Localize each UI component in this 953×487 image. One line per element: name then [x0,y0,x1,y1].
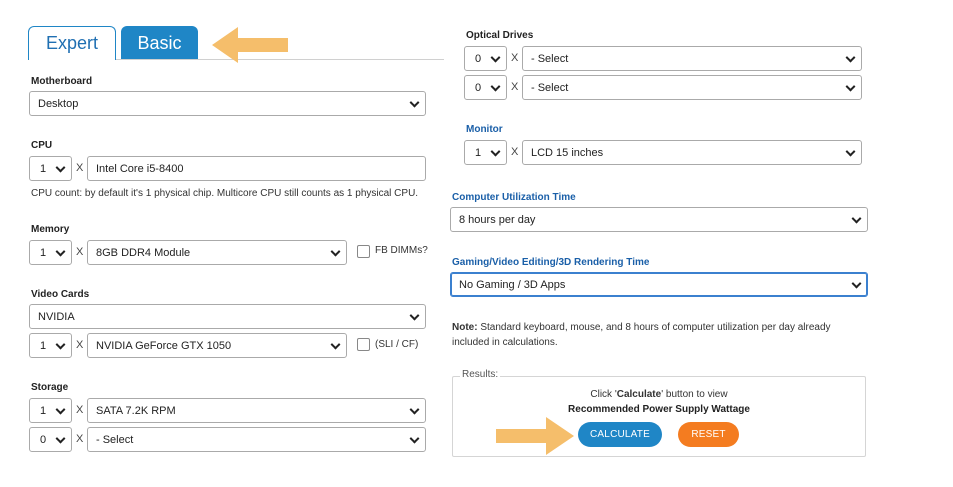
cpu-count-select[interactable]: 1 [29,156,72,181]
chevron-down-icon [409,310,420,321]
chevron-down-icon [409,404,420,415]
chevron-down-icon [851,213,862,224]
results-subtitle: Recommended Power Supply Wattage [568,404,750,415]
motherboard-value: Desktop [38,97,79,110]
storage-type-value-2: - Select [96,433,134,446]
gaming-select[interactable]: No Gaming / 3D Apps [450,272,868,297]
tab-expert[interactable]: Expert [28,26,116,60]
optical-drive-value-2: - Select [531,81,569,94]
calculate-button[interactable]: CALCULATE [578,422,662,447]
optical-count-select-2[interactable]: 0 [464,75,507,100]
pointer-arrow-icon [212,27,288,63]
memory-module-value: 8GB DDR4 Module [96,246,191,259]
cpu-count-value: 1 [40,162,47,175]
chevron-down-icon [55,404,66,415]
storage-label: Storage [31,382,69,393]
utilization-value: 8 hours per day [459,213,536,226]
storage-count-value-1: 1 [40,404,47,417]
optical-times-sign-1: X [511,52,519,64]
video-times-sign: X [76,339,84,351]
memory-times-sign: X [76,246,84,258]
motherboard-select[interactable]: Desktop [29,91,426,116]
cpu-times-sign: X [76,162,84,174]
video-model-select[interactable]: NVIDIA GeForce GTX 1050 [87,333,347,358]
cpu-model-value: Intel Core i5-8400 [96,162,184,175]
storage-count-value-2: 0 [40,433,47,446]
chevron-down-icon [490,81,501,92]
gaming-label: Gaming/Video Editing/3D Rendering Time [452,257,650,268]
memory-count-value: 1 [40,246,47,259]
chevron-down-icon [409,97,420,108]
monitor-count-select[interactable]: 1 [464,140,507,165]
optical-drives-label: Optical Drives [466,30,534,41]
chevron-down-icon [490,146,501,157]
gaming-value: No Gaming / 3D Apps [459,278,566,291]
reset-button[interactable]: RESET [678,422,739,447]
cpu-label: CPU [31,140,53,151]
fb-dimms-label: FB DIMMs? [375,245,428,256]
instruction-pre: Click ' [590,389,617,400]
optical-count-value-2: 0 [475,81,482,94]
chevron-down-icon [409,433,420,444]
video-cards-label: Video Cards [31,289,90,300]
chevron-down-icon [845,52,856,63]
storage-count-select-2[interactable]: 0 [29,427,72,452]
sli-cf-checkbox[interactable] [357,338,370,351]
pointer-arrow-icon-2 [496,417,574,455]
storage-times-sign-2: X [76,433,84,445]
storage-times-sign-1: X [76,404,84,416]
memory-count-select[interactable]: 1 [29,240,72,265]
results-instruction: Click 'Calculate' button to view [452,389,866,400]
instruction-post: ' button to view [661,389,728,400]
note-text: Standard keyboard, mouse, and 8 hours of… [452,322,831,348]
monitor-times-sign: X [511,146,519,158]
motherboard-label: Motherboard [31,76,93,87]
video-count-select[interactable]: 1 [29,333,72,358]
cpu-model-input[interactable]: Intel Core i5-8400 [87,156,426,181]
memory-module-select[interactable]: 8GB DDR4 Module [87,240,347,265]
chevron-down-icon [490,52,501,63]
chevron-down-icon [55,162,66,173]
monitor-count-value: 1 [475,146,482,159]
optical-drive-select-1[interactable]: - Select [522,46,862,71]
monitor-value: LCD 15 inches [531,146,604,159]
chevron-down-icon [330,246,341,257]
calculation-note: Note: Standard keyboard, mouse, and 8 ho… [452,320,862,350]
video-brand-value: NVIDIA [38,310,75,323]
storage-type-select-1[interactable]: SATA 7.2K RPM [87,398,426,423]
note-prefix: Note: [452,322,478,333]
memory-label: Memory [31,224,70,235]
instruction-bold: Calculate [616,389,662,400]
tab-basic[interactable]: Basic [121,26,198,60]
optical-drive-value-1: - Select [531,52,569,65]
video-count-value: 1 [40,339,47,352]
chevron-down-icon [851,278,862,289]
optical-drive-select-2[interactable]: - Select [522,75,862,100]
fb-dimms-checkbox[interactable] [357,245,370,258]
optical-count-select-1[interactable]: 0 [464,46,507,71]
cpu-note: CPU count: by default it's 1 physical ch… [31,188,419,199]
monitor-label: Monitor [466,124,503,135]
storage-type-value-1: SATA 7.2K RPM [96,404,176,417]
optical-times-sign-2: X [511,81,519,93]
storage-count-select-1[interactable]: 1 [29,398,72,423]
sli-cf-label: (SLI / CF) [375,339,419,350]
chevron-down-icon [55,339,66,350]
video-brand-select[interactable]: NVIDIA [29,304,426,329]
monitor-select[interactable]: LCD 15 inches [522,140,862,165]
chevron-down-icon [330,339,341,350]
utilization-select[interactable]: 8 hours per day [450,207,868,232]
chevron-down-icon [845,81,856,92]
storage-type-select-2[interactable]: - Select [87,427,426,452]
video-model-value: NVIDIA GeForce GTX 1050 [96,339,232,352]
chevron-down-icon [845,146,856,157]
optical-count-value-1: 0 [475,52,482,65]
chevron-down-icon [55,246,66,257]
chevron-down-icon [55,433,66,444]
utilization-label: Computer Utilization Time [452,192,576,203]
results-legend: Results: [460,369,501,380]
